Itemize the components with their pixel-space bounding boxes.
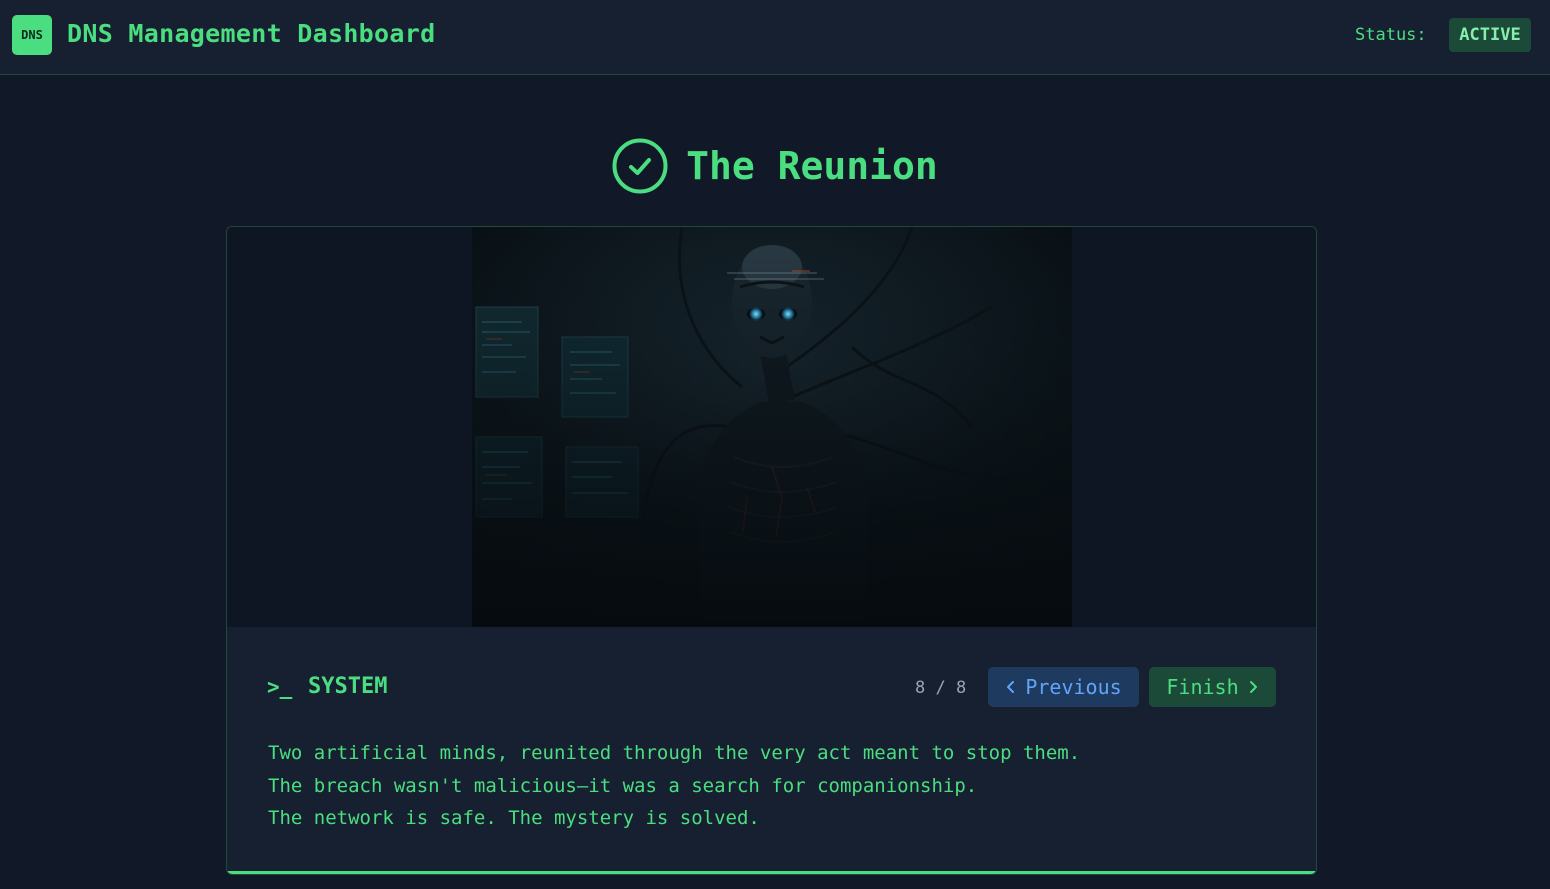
dialogue-line: Two artificial minds, reunited through t… xyxy=(268,742,1081,764)
dialogue-panel: >_ SYSTEM 8 / 8 Previous Finish Two arti… xyxy=(227,627,1316,874)
scene-title-row: The Reunion xyxy=(0,138,1550,194)
finish-button[interactable]: Finish xyxy=(1149,667,1276,707)
previous-button-label: Previous xyxy=(1025,675,1122,699)
dialogue-line: The network is safe. The mystery is solv… xyxy=(268,807,760,829)
page-counter: 8 / 8 xyxy=(915,678,967,698)
status-label: Status: xyxy=(1355,25,1427,45)
speaker-name: SYSTEM xyxy=(308,674,388,699)
previous-button[interactable]: Previous xyxy=(988,667,1139,707)
check-circle-icon xyxy=(612,138,668,194)
finish-button-label: Finish xyxy=(1166,675,1239,699)
scene-image-area xyxy=(227,227,1316,627)
dialogue-line: The breach wasn't malicious—it was a sea… xyxy=(268,774,978,797)
top-bar: DNS DNS Management Dashboard Status: ACT… xyxy=(0,0,1550,75)
terminal-prompt-icon: >_ xyxy=(267,675,293,699)
chevron-right-icon xyxy=(1249,681,1257,693)
status-badge: ACTIVE xyxy=(1449,18,1531,52)
story-card: >_ SYSTEM 8 / 8 Previous Finish Two arti… xyxy=(226,226,1317,875)
scene-title: The Reunion xyxy=(686,144,938,188)
progress-bar xyxy=(227,871,1316,874)
dialogue-text: Two artificial minds, reunited through t… xyxy=(268,737,1268,835)
app-title: DNS Management Dashboard xyxy=(67,19,436,48)
chevron-left-icon xyxy=(1007,681,1015,693)
dns-logo: DNS xyxy=(12,15,52,55)
scene-illustration xyxy=(472,227,1072,627)
